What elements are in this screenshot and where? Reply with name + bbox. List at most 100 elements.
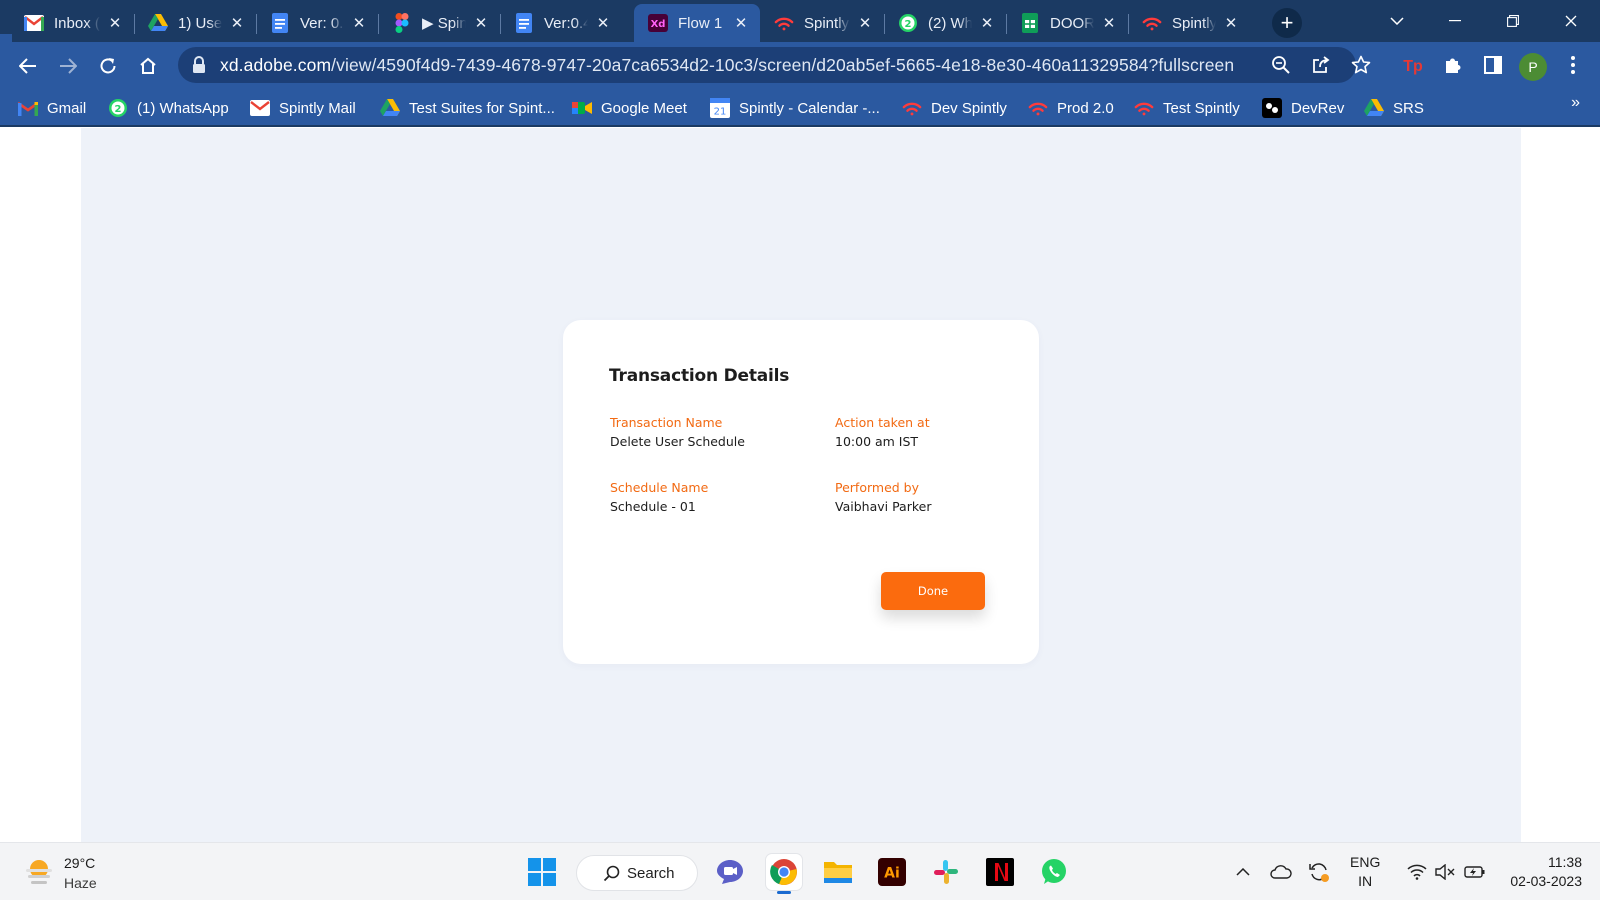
minimize-button[interactable] [1432,6,1478,36]
bookmark-whatsapp[interactable]: 2 (1) WhatsApp [108,96,229,120]
spintly-icon [1142,13,1162,33]
url-text[interactable]: xd.adobe.com/view/4590f4d9-7439-4678-974… [220,55,1234,76]
bookmark-star-icon[interactable] [1348,52,1374,78]
close-tab-icon[interactable]: ✕ [350,14,368,32]
bookmark-google-meet[interactable]: Google Meet [572,96,687,120]
close-tab-icon[interactable]: ✕ [228,14,246,32]
bookmark-prod-2[interactable]: Prod 2.0 [1028,96,1114,120]
input-language-indicator[interactable]: ENG IN [1350,853,1380,891]
show-hidden-icons-chevron-icon[interactable] [1230,859,1256,885]
bookmark-test-spintly[interactable]: Test Spintly [1134,96,1240,120]
tab-whatsapp[interactable]: 2 (2) Wh ✕ [884,4,1007,42]
close-tab-icon[interactable]: ✕ [1222,14,1240,32]
weather-description[interactable]: Haze [64,875,97,891]
address-bar[interactable]: xd.adobe.com/view/4590f4d9-7439-4678-974… [178,47,1356,83]
forward-button[interactable] [52,50,84,82]
close-tab-icon[interactable]: ✕ [978,14,996,32]
bookmark-label: Spintly Mail [279,99,356,117]
profile-avatar[interactable]: P [1519,53,1547,81]
google-sheets-icon [1020,13,1040,33]
whatsapp-app-icon[interactable] [1036,854,1072,890]
clock-date: 02-03-2023 [1510,873,1582,889]
teams-chat-icon[interactable] [712,854,748,890]
windows-start-icon[interactable] [524,854,560,890]
tab-figma-spin[interactable]: ▶ Spin ✕ [378,4,501,42]
chrome-icon[interactable] [766,854,802,894]
whatsapp-icon: 2 [898,13,918,33]
share-icon[interactable] [1308,52,1334,78]
slack-icon[interactable] [928,854,964,890]
bookmark-label: Gmail [47,99,87,117]
bookmark-gmail[interactable]: Gmail [18,96,86,120]
sync-update-icon[interactable] [1306,859,1332,885]
bookmark-spintly-mail[interactable]: Spintly Mail [250,96,356,120]
action-taken-at-label: Action taken at [835,415,930,430]
system-clock[interactable]: 11:38 02-03-2023 [1500,853,1582,891]
tab-spintly-2[interactable]: Spintly ✕ [1128,4,1250,42]
onedrive-cloud-icon[interactable] [1268,859,1294,885]
tab-docs-ver[interactable]: Ver: 0. ✕ [256,4,379,42]
svg-text:21: 21 [714,107,727,118]
file-explorer-icon[interactable] [820,854,856,890]
tab-sheets-door[interactable]: DOOR ✕ [1006,4,1129,42]
spintly-icon [1134,98,1154,118]
reload-button[interactable] [92,50,124,82]
google-docs-icon [514,13,534,33]
dialog-title: Transaction Details [609,366,790,386]
wifi-icon[interactable] [1404,859,1430,885]
volume-muted-icon[interactable] [1432,859,1458,885]
tab-gmail-inbox[interactable]: Inbox ( ✕ [10,4,135,42]
close-tab-icon[interactable]: ✕ [1100,14,1118,32]
tab-spintly-1[interactable]: Spintly ✕ [760,4,885,42]
new-tab-button[interactable]: + [1272,8,1302,38]
bookmark-devrev[interactable]: DevRev [1262,96,1344,120]
svg-text:Ai: Ai [884,866,900,882]
tab-title: Inbox ( [54,14,100,32]
lock-icon[interactable] [192,56,210,74]
battery-charging-icon[interactable] [1462,859,1488,885]
taskbar-search[interactable]: Search [576,855,698,891]
performed-by-label: Performed by [835,480,919,495]
bookmark-srs[interactable]: SRS [1364,96,1424,120]
google-drive-icon [1364,98,1384,118]
bookmarks-bar: Gmail 2 (1) WhatsApp Spintly Mail Test S… [0,89,1600,127]
more-menu-icon[interactable] [1560,52,1586,78]
done-button[interactable]: Done [881,572,985,610]
home-button[interactable] [132,50,164,82]
whatsapp-icon: 2 [108,98,128,118]
extension-tp-icon[interactable]: Tp [1400,52,1426,78]
close-tab-icon[interactable]: ✕ [856,14,874,32]
close-tab-icon[interactable]: ✕ [472,14,490,32]
figma-icon [392,13,412,33]
tab-adobe-xd-flow1[interactable]: Xd Flow 1 ✕ [634,4,760,42]
side-panel-icon[interactable] [1480,52,1506,78]
tab-docs-ver04[interactable]: Ver:0.4 ✕ [500,4,622,42]
weather-temperature[interactable]: 29°C [64,855,95,871]
adobe-illustrator-icon[interactable]: Ai [874,854,910,890]
google-drive-icon [380,98,400,118]
tab-drive-user[interactable]: 1) User ✕ [134,4,257,42]
gmail-icon [18,98,38,118]
restore-button[interactable] [1490,6,1536,36]
url-path: /view/4590f4d9-7439-4678-9747-20a7ca6534… [331,55,1235,75]
transaction-name-value: Delete User Schedule [610,434,745,449]
tab-title: Spintly [1172,14,1216,32]
close-tab-icon[interactable]: ✕ [732,14,750,32]
tab-title: (2) Wh [928,14,972,32]
bookmarks-overflow-button[interactable]: » [1571,94,1580,112]
google-drive-icon [148,13,168,33]
back-button[interactable] [12,50,44,82]
bookmark-label: Dev Spintly [931,99,1007,117]
bookmark-dev-spintly[interactable]: Dev Spintly [902,96,1007,120]
close-tab-icon[interactable]: ✕ [594,14,612,32]
bookmark-spintly-calendar[interactable]: 21 Spintly - Calendar -... [710,96,880,120]
bookmark-label: Prod 2.0 [1057,99,1114,117]
close-window-button[interactable] [1548,6,1594,36]
close-tab-icon[interactable]: ✕ [106,14,124,32]
weather-haze-icon[interactable] [24,857,54,887]
tab-search-chevron-icon[interactable] [1374,6,1420,36]
netflix-icon[interactable] [982,854,1018,890]
extensions-puzzle-icon[interactable] [1440,52,1466,78]
zoom-icon[interactable] [1268,52,1294,78]
bookmark-test-suites[interactable]: Test Suites for Spint... [380,96,555,120]
